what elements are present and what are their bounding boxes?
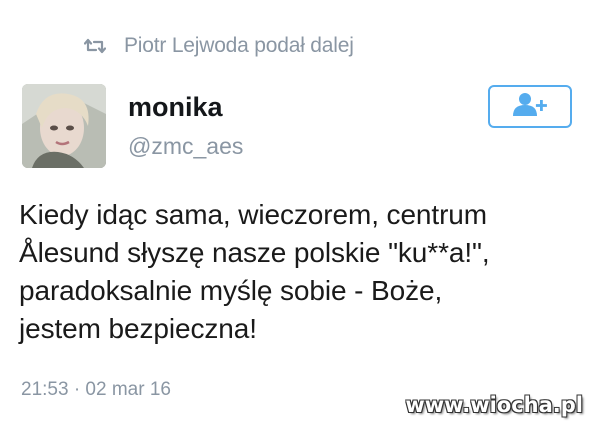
retweet-context[interactable]: Piotr Lejwoda podał dalej: [83, 30, 354, 62]
retweet-icon: [83, 38, 107, 54]
avatar[interactable]: [22, 84, 106, 168]
follow-user-plus-icon: [510, 91, 550, 122]
watermark: www.wiocha.pl: [405, 393, 583, 417]
tweet-line: paradoksalnie myślę sobie - Boże,: [19, 275, 443, 306]
tweet-text: Kiedy idąc sama, wieczorem, centrum Åles…: [19, 196, 579, 348]
follow-button[interactable]: [488, 85, 572, 128]
user-handle[interactable]: @zmc_aes: [128, 133, 243, 160]
user-display-name[interactable]: monika: [128, 92, 223, 123]
tweet-line: Kiedy idąc sama, wieczorem, centrum: [19, 199, 488, 230]
retweet-label[interactable]: Piotr Lejwoda podał dalej: [124, 34, 354, 58]
tweet-line: jestem bezpieczna!: [19, 313, 257, 344]
tweet-timestamp[interactable]: 21:53 · 02 mar 16: [21, 379, 171, 401]
tweet-line: Ålesund słyszę nasze polskie "ku**a!",: [19, 237, 490, 268]
